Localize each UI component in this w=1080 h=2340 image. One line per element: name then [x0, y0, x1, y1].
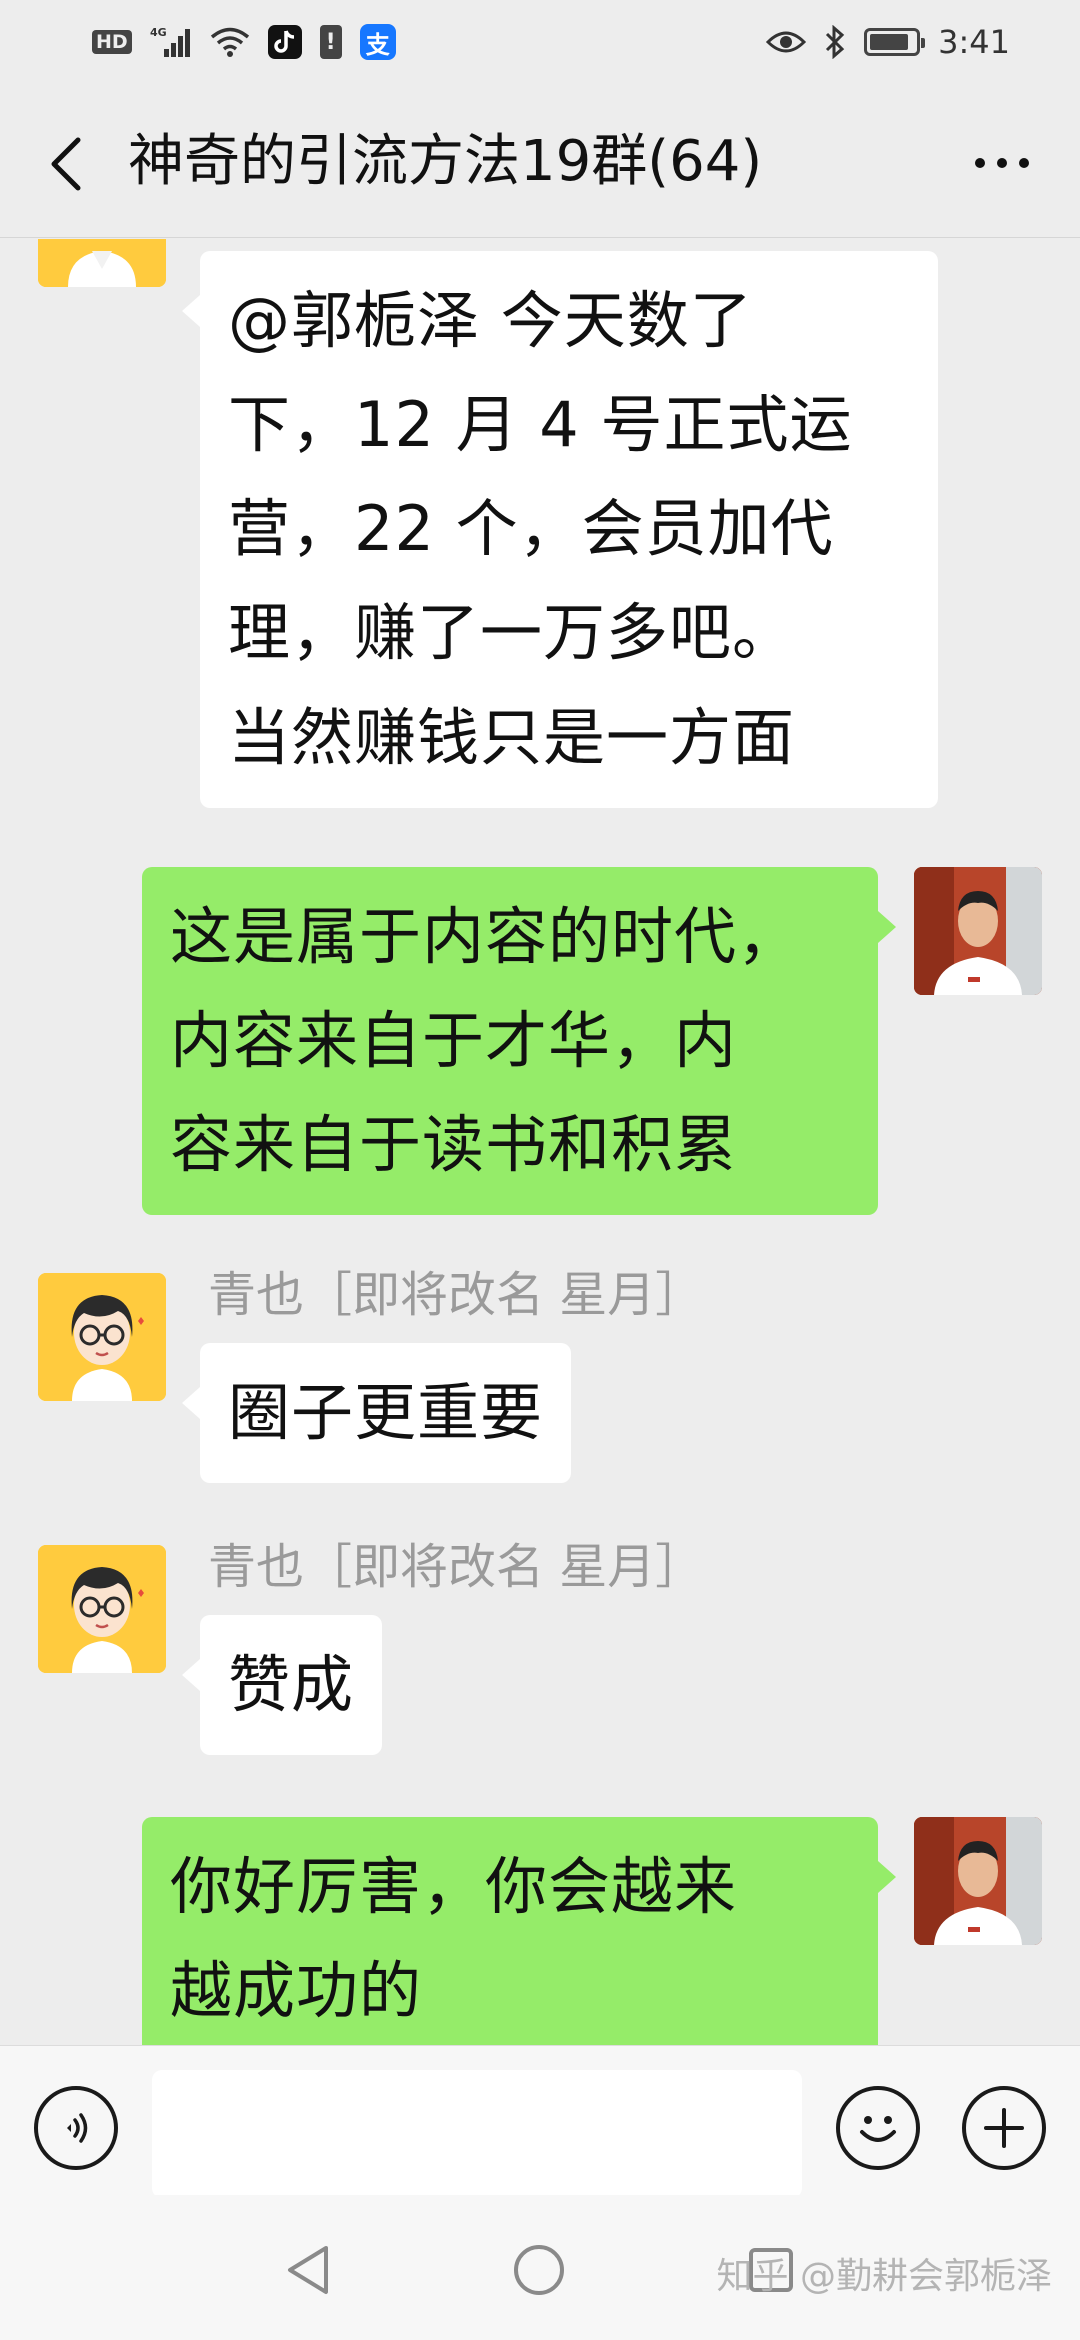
- battery-icon: [864, 28, 926, 56]
- girl-avatar-icon: [38, 1545, 166, 1673]
- triangle-back-icon: [288, 2246, 328, 2294]
- avatar[interactable]: [914, 867, 1042, 995]
- status-icons-left: HD 4G ! 支: [92, 24, 396, 60]
- alipay-icon: 支: [359, 24, 396, 60]
- voice-button[interactable]: [34, 2086, 118, 2170]
- zhihu-watermark: 知乎 @勤耕会郭栀泽: [716, 2256, 1052, 2297]
- voice-icon: [67, 2113, 88, 2143]
- man-avatar-icon: [914, 1817, 1042, 1945]
- message-row: 这是属于内容的时代， 内容来自于才华，内 容来自于读书和积累: [0, 867, 1080, 1216]
- back-button[interactable]: [36, 124, 96, 204]
- avatar[interactable]: [38, 239, 166, 287]
- message-row: @郭栀泽 今天数了 下，12 月 4 号正式运 营，22 个，会员加代 理，赚了…: [0, 239, 1080, 819]
- status-time: 3:41: [938, 23, 1010, 61]
- sender-name: 青也［即将改名 星月］: [208, 1267, 704, 1323]
- notification-alert-icon: !: [319, 25, 342, 59]
- man-avatar-icon: [914, 867, 1042, 995]
- avatar[interactable]: [914, 1817, 1042, 1945]
- hd-icon: HD: [92, 30, 132, 54]
- message-bubble[interactable]: 圈子更重要: [181, 1343, 572, 1484]
- message-list[interactable]: @郭栀泽 今天数了 下，12 月 4 号正式运 营，22 个，会员加代 理，赚了…: [0, 239, 1080, 2045]
- more-functions-button[interactable]: [962, 2086, 1046, 2170]
- wifi-icon: [210, 26, 250, 58]
- message-input[interactable]: [152, 2070, 802, 2198]
- message-bubble[interactable]: 这是属于内容的时代， 内容来自于才华，内 容来自于读书和积累: [142, 867, 896, 1216]
- nav-back-button[interactable]: [272, 2235, 342, 2305]
- svg-text:4G: 4G: [150, 26, 167, 39]
- battery-level: [870, 34, 908, 50]
- avatar[interactable]: [38, 1273, 166, 1401]
- nav-home-button[interactable]: [504, 2235, 574, 2305]
- girl-avatar-icon: [38, 1273, 166, 1401]
- message-bubble[interactable]: @郭栀泽 今天数了 下，12 月 4 号正式运 营，22 个，会员加代 理，赚了…: [182, 251, 938, 808]
- status-icons-right: 3:41: [766, 23, 1010, 61]
- more-dots-icon: [975, 158, 1029, 168]
- status-bar: HD 4G ! 支 3:41: [0, 0, 1080, 84]
- more-options-button[interactable]: [962, 128, 1042, 198]
- chevron-left-icon: [51, 137, 81, 191]
- bluetooth-icon: [824, 25, 846, 59]
- sender-name: 青也［即将改名 星月］: [208, 1539, 704, 1595]
- girl-avatar-icon: [38, 239, 166, 287]
- message-bubble[interactable]: 你好厉害，你会越来 越成功的: [142, 1817, 896, 2045]
- cellular-signal-icon: 4G: [150, 25, 192, 59]
- input-bar: [0, 2045, 1080, 2198]
- system-nav-bar: 知乎 @勤耕会郭栀泽: [0, 2195, 1080, 2340]
- message-row: 青也［即将改名 星月］ 赞成: [0, 1539, 1080, 1775]
- tiktok-icon: [267, 25, 302, 59]
- plus-icon: [984, 2108, 1024, 2148]
- page-title: 神奇的引流方法19群(64): [128, 129, 763, 194]
- chat-header: 神奇的引流方法19群(64): [0, 84, 1080, 238]
- message-bubble[interactable]: 赞成: [181, 1615, 383, 1756]
- message-row: 青也［即将改名 星月］ 圈子更重要: [0, 1267, 1080, 1503]
- emoji-button[interactable]: [836, 2086, 920, 2170]
- circle-home-icon: [514, 2245, 564, 2295]
- smiley-icon: [860, 2116, 896, 2142]
- eye-icon: [766, 28, 807, 56]
- avatar[interactable]: [38, 1545, 166, 1673]
- message-row: 你好厉害，你会越来 越成功的: [0, 1817, 1080, 2045]
